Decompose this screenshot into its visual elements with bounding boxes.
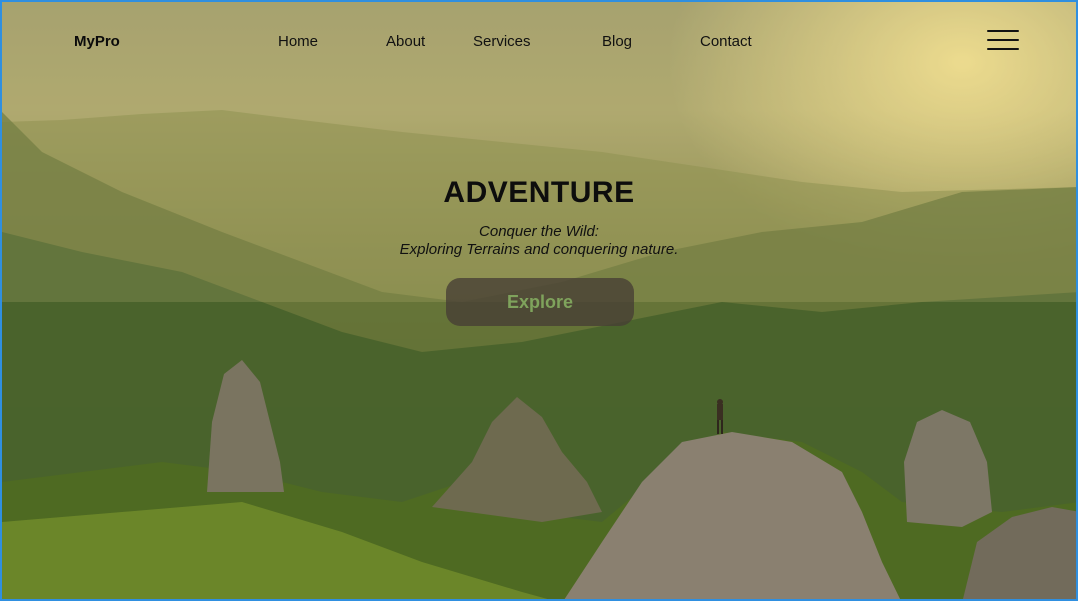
hero-subtitle-line-1: Conquer the Wild:: [479, 223, 599, 240]
hero-title: ADVENTURE: [443, 176, 635, 209]
hero-subtitle-line-2: Exploring Terrains and conquering nature…: [399, 241, 679, 258]
top-navigation-bar: MyPro Home About Services Blog Contact: [2, 2, 1076, 82]
nav-link-contact[interactable]: Contact: [700, 33, 752, 50]
menu-bar-top: [987, 30, 1019, 32]
hamburger-menu-icon[interactable]: [987, 30, 1021, 54]
nav-link-services[interactable]: Services: [473, 33, 531, 50]
nav-link-blog[interactable]: Blog: [602, 33, 632, 50]
nav-link-home[interactable]: Home: [278, 33, 318, 50]
explore-button[interactable]: Explore: [446, 278, 634, 326]
landing-page: MyPro Home About Services Blog Contact A…: [0, 0, 1078, 601]
menu-bar-bottom: [987, 48, 1019, 50]
nav-link-about[interactable]: About: [386, 33, 425, 50]
brand-logo[interactable]: MyPro: [74, 33, 120, 50]
menu-bar-middle: [987, 39, 1019, 41]
